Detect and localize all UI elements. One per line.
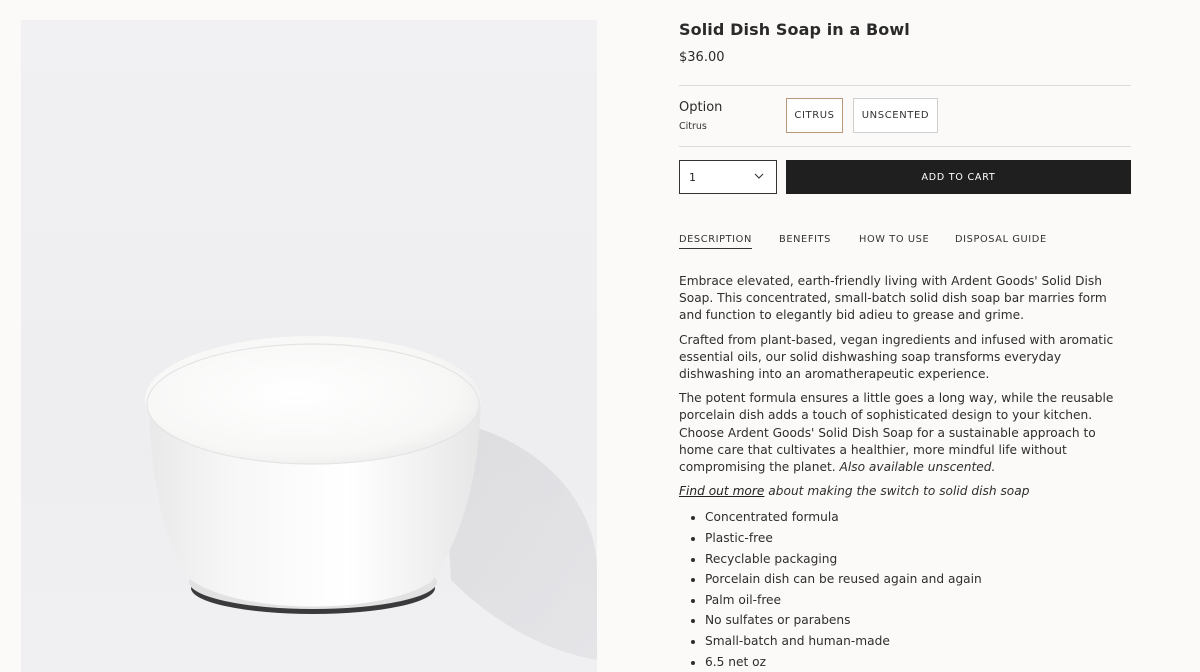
option-citrus-button[interactable]: CITRUS	[786, 98, 843, 133]
chevron-down-icon	[754, 173, 764, 179]
description-paragraph: Embrace elevated, earth-friendly living …	[679, 273, 1131, 325]
description-paragraph: Crafted from plant-based, vegan ingredie…	[679, 332, 1131, 384]
description-panel: Embrace elevated, earth-friendly living …	[679, 273, 1131, 672]
list-item: 6.5 net oz	[679, 652, 1131, 672]
list-item: Porcelain dish can be reused again and a…	[679, 569, 1131, 590]
product-image[interactable]	[21, 20, 597, 672]
soap-bowl-illustration	[145, 336, 597, 660]
text-line: Crafted from plant-based, vegan ingredie…	[679, 332, 1114, 347]
text-line: The potent formula ensures a little goes…	[679, 391, 1114, 406]
product-page: Solid Dish Soap in a Bowl $36.00 Option …	[0, 0, 1200, 672]
divider	[679, 146, 1131, 147]
quantity-value: 1	[689, 170, 696, 184]
text-line: porcelain dish adds a touch of sophistic…	[679, 408, 1093, 423]
text-line: Soap. This concentrated, small-batch sol…	[679, 291, 1107, 306]
text-line: compromising the planet. Also available …	[679, 459, 1131, 476]
find-out-more-line: Find out more about making the switch to…	[679, 483, 1131, 500]
list-item: Recyclable packaging	[679, 549, 1131, 570]
tab-description[interactable]: DESCRIPTION	[679, 234, 752, 249]
add-to-cart-button[interactable]: ADD TO CART	[786, 160, 1131, 194]
tab-how-to-use[interactable]: HOW TO USE	[859, 234, 929, 245]
option-label: Option	[679, 100, 723, 115]
find-out-more-link[interactable]: Find out more	[679, 484, 764, 498]
list-item: No sulfates or parabens	[679, 610, 1131, 631]
list-item: Palm oil-free	[679, 590, 1131, 611]
product-title: Solid Dish Soap in a Bowl	[679, 20, 910, 39]
text-line: essential oils, our solid dishwashing so…	[679, 349, 1062, 364]
text-line: Choose Ardent Goods' Solid Dish Soap for…	[679, 425, 1096, 440]
list-item: Plastic-free	[679, 528, 1131, 549]
tab-benefits[interactable]: BENEFITS	[779, 234, 831, 245]
product-price: $36.00	[679, 50, 725, 65]
list-item: Concentrated formula	[679, 507, 1131, 528]
option-unscented-button[interactable]: UNSCENTED	[853, 98, 938, 133]
unscented-note: Also available unscented.	[839, 460, 996, 475]
link-suffix-text: about making the switch to solid dish so…	[768, 484, 1030, 499]
divider	[679, 85, 1131, 86]
text-line: and function to elegantly bid adieu to g…	[679, 308, 1025, 323]
text-fragment: compromising the planet.	[679, 460, 836, 475]
option-selected-value: Citrus	[679, 121, 707, 132]
list-item: Small-batch and human-made	[679, 631, 1131, 652]
quantity-select[interactable]: 1	[679, 160, 777, 194]
feature-list: Concentrated formula Plastic-free Recycl…	[679, 507, 1131, 672]
tab-disposal-guide[interactable]: DISPOSAL GUIDE	[955, 234, 1047, 245]
text-line: home care that cultivates a healthier, m…	[679, 442, 1067, 457]
description-paragraph: The potent formula ensures a little goes…	[679, 390, 1131, 476]
text-line: Embrace elevated, earth-friendly living …	[679, 274, 1102, 288]
text-line: dishwashing into an aromatherapeutic exp…	[679, 367, 990, 382]
